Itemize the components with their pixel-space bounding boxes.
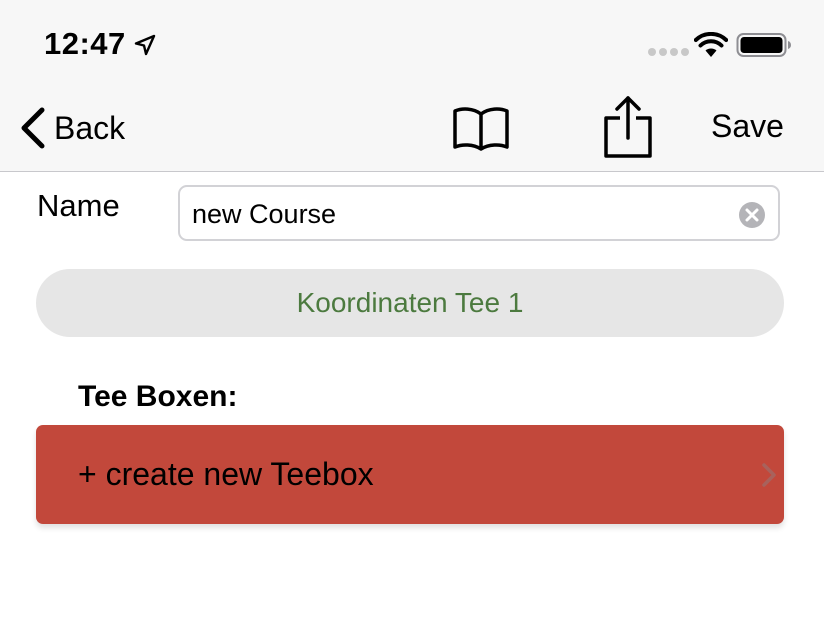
clear-text-icon[interactable]	[738, 201, 766, 229]
battery-icon	[736, 33, 791, 57]
name-label: Name	[37, 188, 120, 223]
name-input[interactable]	[192, 196, 722, 232]
cellular-signal-icon	[648, 48, 689, 56]
save-button[interactable]: Save	[711, 108, 784, 145]
coordinates-tee-button[interactable]: Koordinaten Tee 1	[36, 269, 784, 337]
create-teebox-row[interactable]: + create new Teebox	[36, 425, 784, 524]
chevron-right-icon	[762, 463, 776, 487]
book-icon[interactable]	[452, 104, 510, 152]
name-field	[178, 185, 780, 241]
status-bar: 12:47	[0, 0, 824, 90]
create-teebox-label: + create new Teebox	[78, 456, 374, 492]
chevron-left-icon	[21, 107, 45, 149]
status-time: 12:47	[44, 26, 126, 61]
navigation-bar: Back Save	[0, 90, 824, 172]
wifi-icon	[694, 32, 728, 57]
share-icon[interactable]	[600, 94, 656, 158]
back-button[interactable]: Back	[18, 104, 125, 152]
teebox-section-title: Tee Boxen:	[78, 380, 238, 413]
location-arrow-icon	[134, 34, 156, 56]
back-label: Back	[54, 109, 126, 146]
